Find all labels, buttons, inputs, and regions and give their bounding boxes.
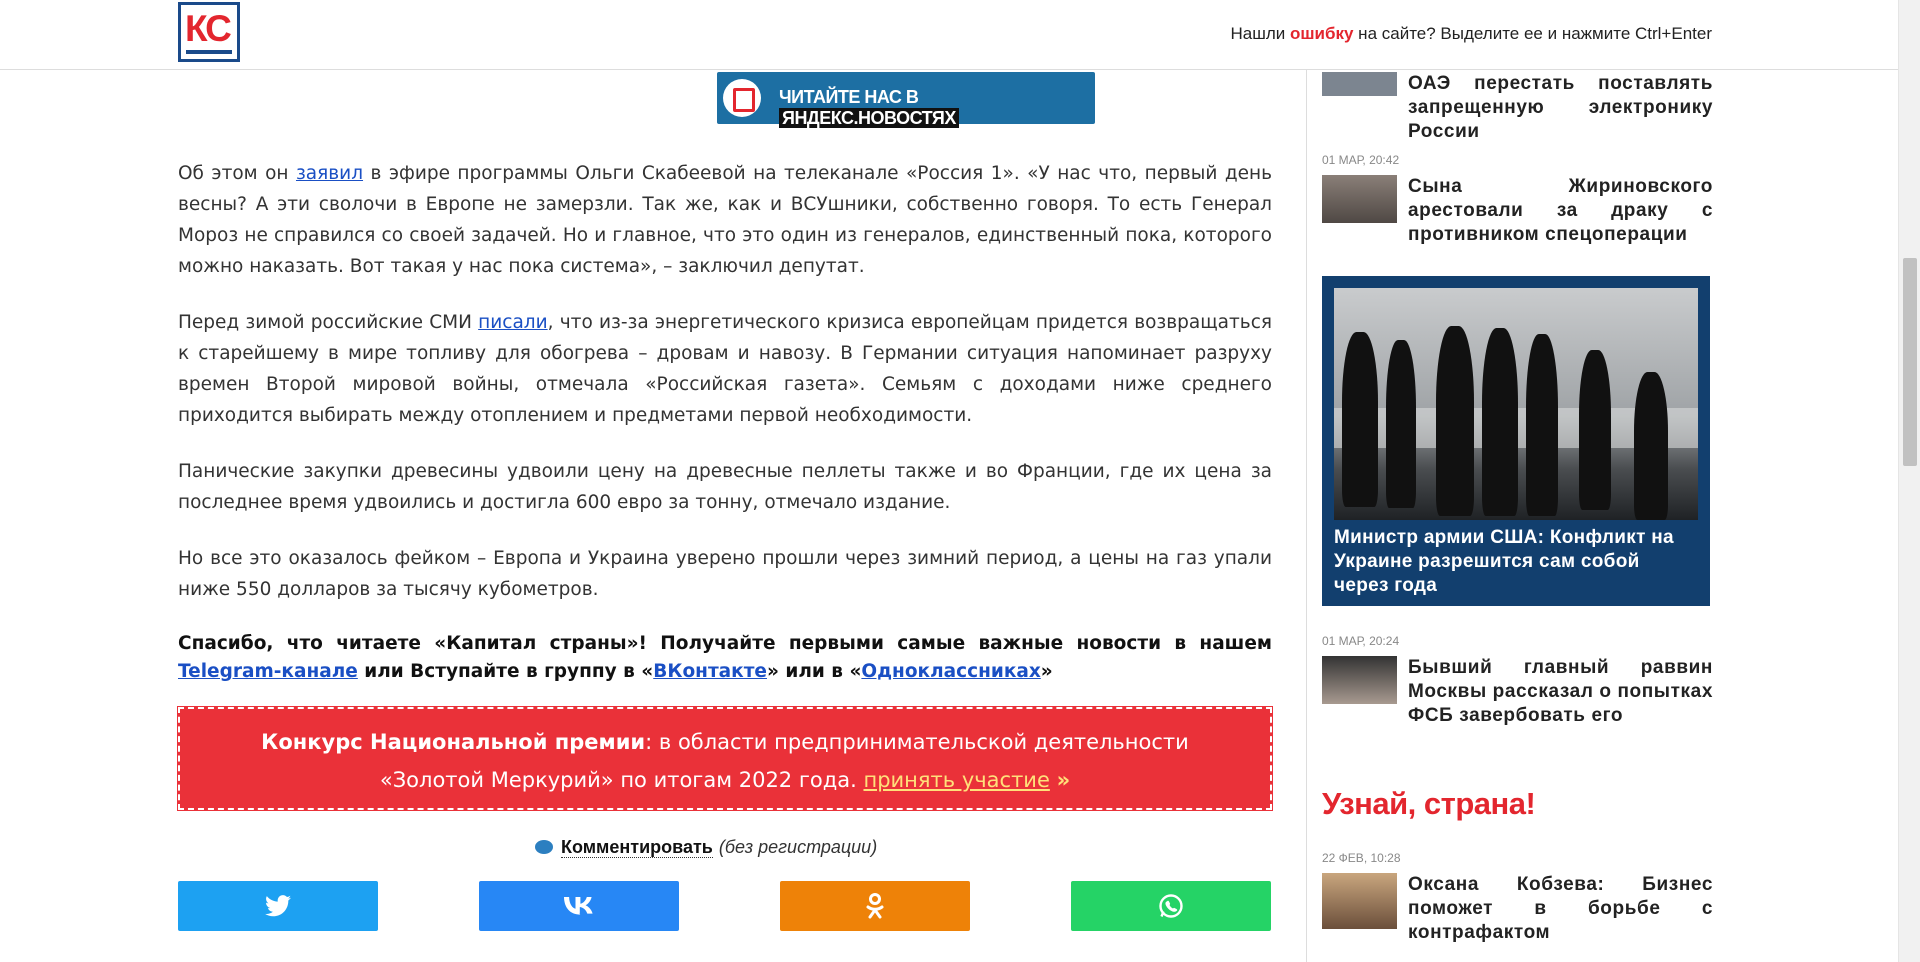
- photo-silhouette: [1386, 340, 1416, 508]
- article-paragraph: Панические закупки древесины удвоили цен…: [178, 461, 1272, 513]
- logo-text: КС: [185, 8, 232, 49]
- photo-silhouette: [1436, 326, 1474, 516]
- contest-title: Конкурс Национальной премии: [261, 730, 646, 754]
- error-notice-before: Нашли: [1230, 24, 1290, 43]
- article-paragraph: Но все это оказалось фейком – Европа и У…: [178, 548, 1272, 600]
- double-chevron-right-icon: »: [1056, 768, 1071, 792]
- yandex-news-banner[interactable]: ЧИТАЙТЕ НАС В ЯНДЕКС.НОВОСТЯХ: [717, 72, 1095, 128]
- subscribe-paragraph: Спасибо, что читаете «Капитал страны»! П…: [178, 630, 1272, 686]
- newspaper-icon: [723, 79, 761, 117]
- yandex-banner-highlight: ЯНДЕКС.НОВОСТЯХ: [779, 108, 959, 128]
- error-report-notice: Нашли ошибку на сайте? Выделите ее и наж…: [1230, 24, 1712, 44]
- news-thumbnail: [1322, 72, 1397, 96]
- news-thumbnail: [1322, 656, 1397, 704]
- page-scrollbar[interactable]: [1898, 0, 1920, 962]
- odnoklassniki-link[interactable]: Одноклассниках: [861, 661, 1040, 682]
- said-link[interactable]: заявил: [296, 163, 363, 184]
- participate-link[interactable]: принять участие: [863, 768, 1049, 792]
- news-sidebar: ОАЭ перестать поставлять запрещенную эле…: [1306, 0, 1726, 962]
- site-header: КС Нашли ошибку на сайте? Выделите ее и …: [0, 0, 1898, 70]
- news-title: Сына Жириновского арестовали за драку с …: [1408, 176, 1713, 245]
- photo-silhouette: [1526, 334, 1558, 516]
- error-notice-highlight: ошибку: [1289, 24, 1354, 43]
- news-date: 22 ФЕВ, 10:28: [1322, 851, 1401, 865]
- contest-banner: Конкурс Национальной премии: в области п…: [177, 706, 1273, 811]
- whatsapp-share-button[interactable]: [1071, 881, 1271, 931]
- news-thumbnail: [1322, 175, 1397, 223]
- error-notice-after: на сайте? Выделите ее и нажмите Ctrl+Ent…: [1353, 24, 1712, 43]
- featured-news-photo: [1334, 288, 1698, 520]
- subscribe-text: » или в «: [766, 661, 862, 682]
- photo-silhouette: [1342, 332, 1378, 507]
- odnoklassniki-share-button[interactable]: [780, 881, 970, 931]
- article-paragraph: Об этом он заявил в эфире программы Ольг…: [178, 158, 1272, 282]
- news-title: ОАЭ перестать поставлять запрещенную эле…: [1408, 73, 1713, 142]
- featured-news-card[interactable]: Министр армии США: Конфликт на Украине р…: [1322, 276, 1710, 606]
- news-title: Оксана Кобзева: Бизнес поможет в борьбе …: [1408, 874, 1713, 943]
- twitter-share-button[interactable]: [178, 881, 378, 931]
- logo-bar: [186, 50, 232, 54]
- promo-heading[interactable]: Узнай, страна!: [1322, 786, 1536, 822]
- twitter-icon: [265, 895, 291, 917]
- telegram-link[interactable]: Telegram-канале: [178, 661, 358, 682]
- no-registration-note: (без регистрации): [718, 837, 878, 857]
- news-date: 01 МАР, 20:24: [1322, 634, 1400, 648]
- subscribe-text: »: [1040, 661, 1053, 682]
- wrote-link[interactable]: писали: [478, 312, 547, 333]
- whatsapp-icon: [1159, 894, 1183, 918]
- paragraph-text: Об этом он: [178, 163, 296, 184]
- photo-silhouette: [1634, 372, 1668, 520]
- main-column: ЧИТАЙТЕ НАС В ЯНДЕКС.НОВОСТЯХ Об этом он…: [177, 0, 1273, 962]
- scrollbar-thumb[interactable]: [1903, 258, 1917, 466]
- photo-silhouette: [1579, 350, 1611, 510]
- comment-row: Комментировать (без регистрации): [535, 837, 877, 858]
- article-paragraph: Перед зимой российские СМИ писали, что и…: [178, 307, 1272, 431]
- news-date: 01 МАР, 20:42: [1322, 153, 1400, 167]
- news-title: Бывший главный раввин Москвы рассказал о…: [1408, 657, 1713, 726]
- featured-news-title: Министр армии США: Конфликт на Украине р…: [1334, 527, 1674, 596]
- photo-silhouette: [1482, 328, 1518, 516]
- ok-icon: [866, 893, 884, 919]
- yandex-banner-text: ЧИТАЙТЕ НАС В ЯНДЕКС.НОВОСТЯХ: [779, 87, 1095, 129]
- yandex-banner-main: ЧИТАЙТЕ НАС В: [779, 87, 919, 107]
- paragraph-text: Перед зимой российские СМИ: [178, 312, 479, 333]
- site-logo[interactable]: КС: [178, 2, 240, 62]
- subscribe-text: Спасибо, что читаете «Капитал страны»! П…: [178, 633, 1272, 654]
- news-thumbnail: [1322, 873, 1397, 929]
- vk-icon: [564, 897, 593, 915]
- speech-bubble-icon: [535, 840, 553, 854]
- vk-share-button[interactable]: [479, 881, 679, 931]
- vk-link[interactable]: ВКонтакте: [653, 661, 767, 682]
- share-buttons: [178, 881, 1272, 933]
- comment-link[interactable]: Комментировать: [561, 837, 713, 858]
- subscribe-text: или Вступайте в группу в «: [357, 661, 654, 682]
